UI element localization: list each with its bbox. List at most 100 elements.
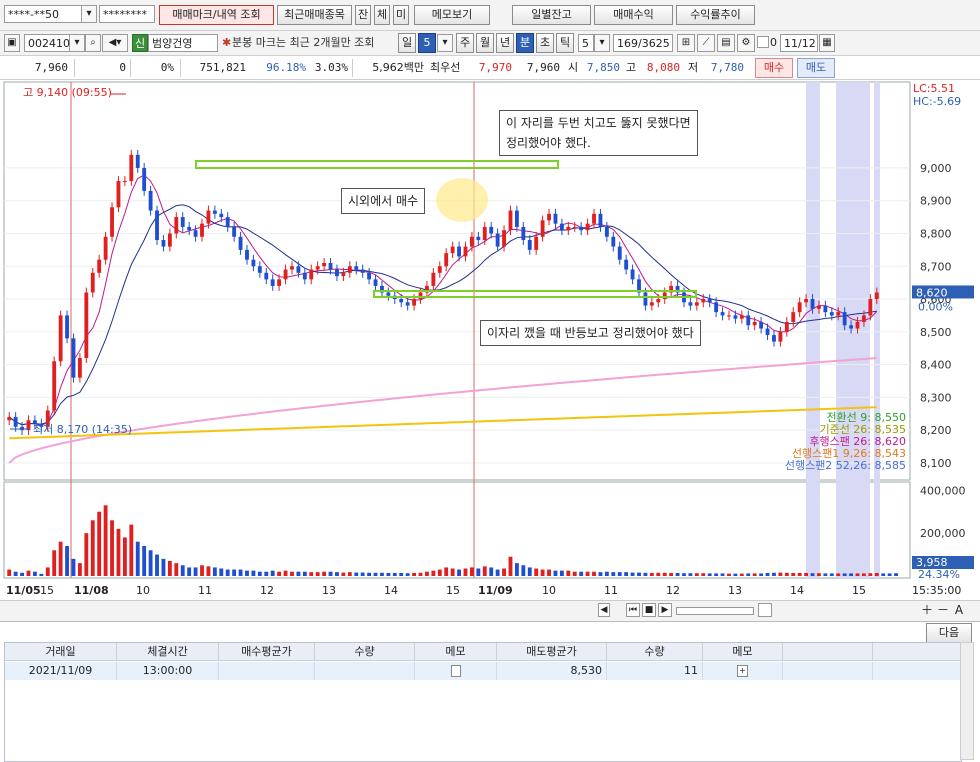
zoom-in-button[interactable]: ＋ bbox=[920, 601, 934, 619]
col-sell-memo: 메모 bbox=[703, 643, 783, 661]
highlight-zone bbox=[806, 82, 820, 578]
volume-bar bbox=[649, 573, 654, 576]
candle-body bbox=[296, 266, 301, 273]
cell-trade-date[interactable]: 2021/11/09 bbox=[5, 662, 117, 680]
daily-balance-button[interactable]: 일별잔고 bbox=[512, 5, 591, 25]
candle-body bbox=[322, 262, 327, 267]
cell-sell-qty[interactable]: 11 bbox=[607, 662, 703, 680]
stock-name-field[interactable]: 범양건영 bbox=[148, 34, 218, 52]
volume-bar bbox=[457, 569, 461, 576]
candle-body bbox=[604, 226, 609, 237]
period-second[interactable]: 초 bbox=[536, 33, 554, 53]
memo-add-icon[interactable]: + bbox=[737, 665, 748, 677]
cell-buy-memo[interactable] bbox=[415, 662, 497, 680]
scroll-left-button[interactable]: ◀ bbox=[598, 603, 610, 617]
volume-bar bbox=[347, 572, 352, 576]
trade-profit-button[interactable]: 매매수익 bbox=[594, 5, 673, 25]
data-count-field[interactable]: 169/3625 bbox=[613, 34, 673, 52]
play-button[interactable]: ▶ bbox=[658, 603, 672, 617]
zoom-out-button[interactable]: － bbox=[936, 601, 950, 619]
candle-body bbox=[354, 266, 359, 270]
period-day[interactable]: 일 bbox=[398, 33, 416, 53]
sell-button[interactable]: 매도 bbox=[797, 58, 835, 78]
cell-fill-time[interactable]: 13:00:00 bbox=[117, 662, 219, 680]
time-tick: 13 bbox=[728, 584, 742, 597]
volume-bar bbox=[707, 573, 712, 576]
stop-button[interactable]: ■ bbox=[642, 603, 656, 617]
speaker-icon[interactable]: ◀▾ bbox=[102, 34, 128, 52]
first-button[interactable]: ⏮ bbox=[626, 603, 640, 617]
candle-body bbox=[328, 262, 333, 270]
trend-line-icon[interactable]: ⟋ bbox=[697, 34, 715, 52]
stock-code-field[interactable]: 002410 bbox=[24, 34, 70, 52]
period-week[interactable]: 주 bbox=[456, 33, 474, 53]
high-label: 고 bbox=[626, 61, 637, 74]
unfilled-button[interactable]: 미 bbox=[393, 5, 409, 25]
time-tick: 11 bbox=[604, 584, 618, 597]
calendar-icon[interactable]: ▦ bbox=[819, 34, 835, 52]
volume-bar bbox=[791, 573, 796, 576]
period-tick[interactable]: 틱 bbox=[556, 33, 574, 53]
font-size-button[interactable]: A bbox=[952, 601, 966, 619]
trade-mark-button[interactable]: 매매마크/내역 조회 bbox=[159, 5, 274, 25]
volume-bar bbox=[341, 572, 346, 576]
buy-button[interactable]: 매수 bbox=[755, 58, 793, 78]
balance-button[interactable]: 잔 bbox=[355, 5, 371, 25]
volume-bar bbox=[116, 528, 121, 576]
search-icon[interactable]: ⌕ bbox=[85, 34, 101, 52]
recent-trades-button[interactable]: 최근매매종목 bbox=[277, 5, 352, 25]
candle-body bbox=[527, 240, 532, 250]
volume-bar bbox=[322, 571, 327, 576]
cell-sell-avg[interactable]: 8,530 bbox=[497, 662, 607, 680]
time-tick: 11/05 bbox=[6, 584, 41, 597]
layout-icon[interactable]: ▣ bbox=[4, 34, 20, 52]
account-select[interactable]: ****-**50 bbox=[4, 5, 82, 23]
next-button[interactable]: 다음 bbox=[926, 623, 972, 643]
checkbox[interactable] bbox=[757, 36, 769, 48]
cell-buy-qty[interactable] bbox=[315, 662, 415, 680]
password-field[interactable]: ******** bbox=[99, 5, 155, 23]
candle-body bbox=[180, 217, 185, 227]
save-icon[interactable]: ▤ bbox=[717, 34, 735, 52]
low-marker-label: 최저 8,170 (14:35) bbox=[33, 423, 132, 436]
period-day-count[interactable]: 5 bbox=[418, 33, 436, 53]
price-tick: 8,400 bbox=[920, 359, 952, 372]
candle-body bbox=[804, 299, 809, 303]
period-month[interactable]: 월 bbox=[476, 33, 494, 53]
candle-body bbox=[52, 361, 57, 411]
memo-icon[interactable] bbox=[450, 665, 461, 677]
volume-bar bbox=[450, 568, 455, 576]
candle-settings-icon[interactable]: ⊞ bbox=[677, 34, 695, 52]
cell-sell-memo[interactable]: + bbox=[703, 662, 783, 680]
cell-buy-avg[interactable] bbox=[219, 662, 315, 680]
filled-button[interactable]: 체 bbox=[374, 5, 390, 25]
period-year[interactable]: 년 bbox=[496, 33, 514, 53]
chevron-down-icon[interactable]: ▾ bbox=[69, 34, 85, 52]
zoom-rect-icon[interactable] bbox=[758, 603, 772, 617]
candle-body bbox=[817, 305, 821, 309]
date-field[interactable]: 11/12 bbox=[780, 34, 818, 52]
chevron-down-icon[interactable]: ▾ bbox=[81, 5, 97, 23]
candle-body bbox=[849, 325, 854, 329]
memo-view-button[interactable]: 메모보기 bbox=[414, 5, 490, 25]
profit-trend-button[interactable]: 수익률추이 bbox=[676, 5, 755, 25]
volume-bar bbox=[836, 573, 841, 576]
period-minute[interactable]: 분 bbox=[516, 33, 534, 53]
candle-body bbox=[251, 259, 256, 267]
interval-field[interactable]: 5 bbox=[578, 34, 594, 52]
candle-body bbox=[257, 266, 262, 273]
volume-bar bbox=[328, 571, 333, 576]
volume-bar bbox=[759, 573, 764, 576]
volume-bar bbox=[829, 573, 834, 576]
gear-icon[interactable]: ⚙ bbox=[737, 34, 755, 52]
chevron-down-icon[interactable]: ▾ bbox=[594, 34, 610, 52]
scroll-track[interactable] bbox=[676, 607, 754, 615]
volume-bar bbox=[180, 565, 185, 576]
candle-body bbox=[643, 292, 648, 306]
candle-body bbox=[559, 223, 564, 231]
chevron-down-icon[interactable]: ▾ bbox=[437, 34, 453, 52]
volume: 751,821 bbox=[199, 61, 246, 74]
vertical-scrollbar[interactable] bbox=[960, 642, 974, 760]
candle-body bbox=[142, 167, 147, 191]
candle-body bbox=[360, 269, 365, 273]
